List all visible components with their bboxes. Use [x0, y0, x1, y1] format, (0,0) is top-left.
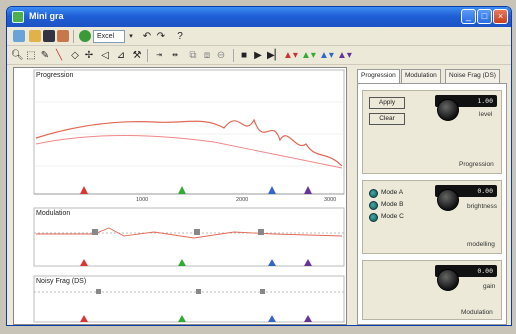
split-icon[interactable]: ⇹	[169, 49, 181, 62]
graph-area[interactable]: Progression Modulation Noisy Frag (DS) 1…	[13, 67, 347, 325]
title-bar[interactable]: Mini gra _ □ ×	[7, 7, 511, 27]
mode-c-label: Mode C	[381, 213, 404, 220]
gain-group: 0.00 gain Modulation	[362, 260, 502, 320]
app-window: Mini gra _ □ × Excel ▾ ↶ ↷ ? 🔍︎ ⬚ ✎ ╲ ◇ …	[6, 6, 512, 326]
mode-a-radio[interactable]	[369, 189, 378, 198]
mode-a-label: Mode A	[381, 189, 404, 196]
app-icon	[12, 11, 24, 23]
tab-modulation[interactable]: Modulation	[401, 69, 441, 83]
play-icon[interactable]: ▶	[253, 49, 263, 62]
x-tick-label: 2000	[236, 197, 249, 203]
group-caption: Modulation	[461, 309, 493, 316]
modulation-point	[92, 229, 98, 235]
chevron-down-icon[interactable]: ▾	[127, 30, 135, 43]
noisy-panel-title: Noisy Frag (DS)	[36, 278, 87, 285]
mode-b-label: Mode B	[381, 201, 404, 208]
main-toolbar: Excel ▾ ↶ ↷ ?	[7, 27, 511, 46]
cursor-icon[interactable]: ✢	[83, 49, 95, 62]
window-title: Mini gra	[29, 11, 64, 21]
pencil-icon[interactable]: ✎	[39, 49, 51, 62]
group-caption: modelling	[467, 241, 495, 248]
apply-button[interactable]: Apply	[369, 97, 405, 109]
progression-plot-frame	[33, 69, 345, 195]
mode-b-icon[interactable]: ▲▾	[301, 49, 316, 62]
noisy-point	[96, 289, 101, 294]
knob-label: brightness	[467, 203, 497, 210]
knob-label: gain	[483, 283, 496, 290]
mode-group: Mode A Mode B Mode C 0.00 brightness mod…	[362, 180, 502, 254]
knob-label: level	[479, 111, 493, 118]
marker-icon[interactable]: ◁	[99, 49, 111, 62]
separator	[73, 30, 74, 43]
level-knob[interactable]	[437, 99, 459, 121]
mode-c-icon[interactable]: ▲▾	[319, 49, 334, 62]
mode-a-icon[interactable]: ▲▾	[283, 49, 298, 62]
x-tick-label: 1000	[136, 197, 149, 203]
progression-panel-title: Progression	[36, 72, 74, 79]
clear-button[interactable]: Clear	[369, 113, 405, 125]
zoom-out-icon[interactable]: ⊖	[215, 49, 227, 62]
separator	[233, 49, 234, 62]
close-button[interactable]: ×	[493, 9, 508, 24]
diamond-icon[interactable]: ◇	[69, 49, 81, 62]
group-caption: Progression	[459, 161, 494, 168]
export-icon[interactable]	[57, 30, 69, 42]
maximize-button[interactable]: □	[477, 9, 492, 24]
copy-icon[interactable]: ⧉	[187, 49, 199, 62]
open-folder-icon[interactable]	[29, 30, 41, 42]
gain-knob[interactable]	[437, 269, 459, 291]
modulation-point	[258, 229, 264, 235]
graph-canvas	[33, 69, 345, 323]
progression-group: Apply Clear 1.00 level Progression	[362, 90, 502, 174]
mode-d-icon[interactable]: ▲▾	[337, 49, 352, 62]
back-icon[interactable]	[13, 30, 25, 42]
modulation-panel-title: Modulation	[36, 210, 71, 217]
line-icon[interactable]: ╲	[53, 49, 65, 62]
x-tick-label: 3000	[324, 197, 337, 203]
paste-icon[interactable]: ⧈	[201, 49, 213, 62]
zoom-icon[interactable]: 🔍︎	[11, 49, 24, 62]
tool-icon[interactable]: ⚒	[131, 49, 143, 62]
brightness-knob[interactable]	[437, 189, 459, 211]
stop-icon[interactable]: ■	[239, 49, 249, 62]
fit-icon[interactable]: ⇥	[153, 49, 165, 62]
select-icon[interactable]: ⬚	[25, 49, 37, 62]
noisy-point	[196, 289, 201, 294]
globe-icon[interactable]	[79, 30, 91, 42]
mode-c-radio[interactable]	[369, 213, 378, 222]
undo-icon[interactable]: ↶	[141, 30, 153, 43]
minimize-button[interactable]: _	[461, 9, 476, 24]
step-icon[interactable]: ▶▏	[267, 49, 282, 62]
separator	[147, 49, 148, 62]
tab-noise-frag[interactable]: Noise Frag (DS)	[445, 69, 500, 83]
mode-b-radio[interactable]	[369, 201, 378, 210]
zoom-combo[interactable]: Excel	[93, 30, 125, 43]
noisy-point	[260, 289, 265, 294]
tools-toolbar: 🔍︎ ⬚ ✎ ╲ ◇ ✢ ◁ ⊿ ⚒ ⇥ ⇹ ⧉ ⧈ ⊖ ■ ▶ ▶▏ ▲▾ ▲…	[7, 46, 511, 65]
measure-icon[interactable]: ⊿	[115, 49, 127, 62]
tab-progression[interactable]: Progression	[357, 69, 400, 84]
control-panel: Apply Clear 1.00 level Progression Mode …	[357, 83, 507, 325]
redo-icon[interactable]: ↷	[155, 30, 167, 43]
save-icon[interactable]	[43, 30, 55, 42]
modulation-point	[194, 229, 200, 235]
help-icon[interactable]: ?	[175, 30, 185, 43]
